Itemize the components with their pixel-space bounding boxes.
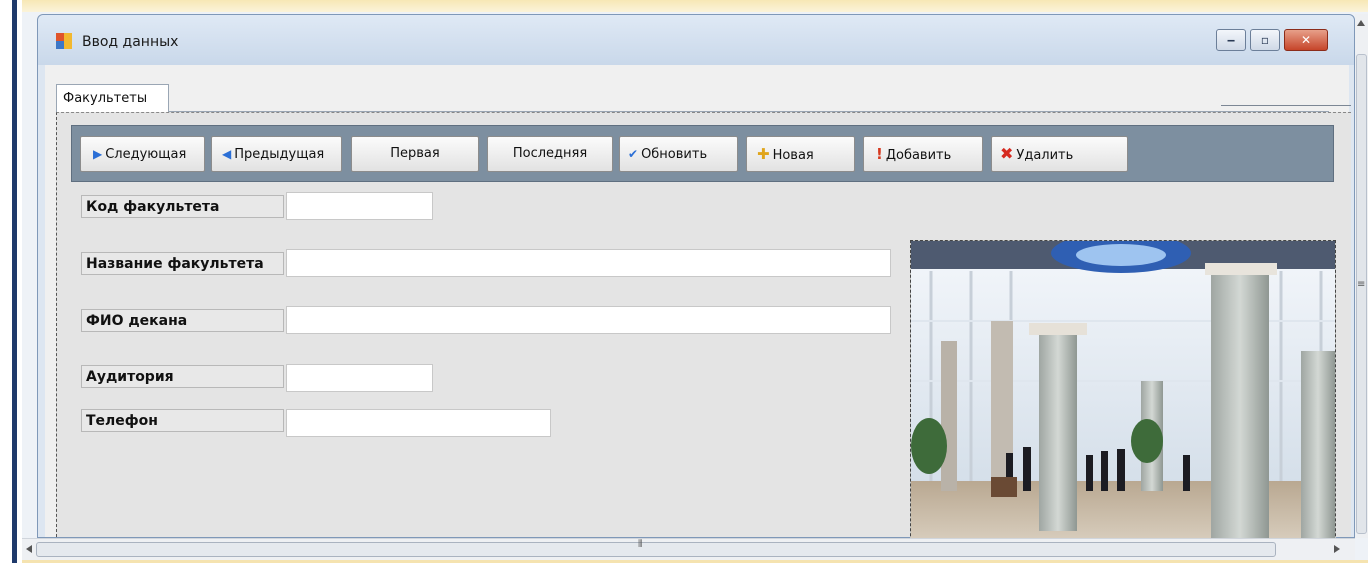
form-app-icon (56, 33, 72, 49)
horizontal-scrollbar[interactable]: ⦀ (22, 538, 1355, 560)
close-button[interactable]: ✕ (1284, 29, 1328, 51)
form-client-area: Факультеты ▶ Следующая ◀ Предыдущая Первая… (45, 65, 1351, 563)
tab-page-faculties: ▶ Следующая ◀ Предыдущая Первая Последняя … (56, 112, 1351, 563)
refresh-button[interactable]: ✔ Обновить (619, 136, 738, 172)
auditorium-input[interactable] (286, 364, 433, 392)
window-title: Ввод данных (82, 34, 179, 50)
first-button[interactable]: Первая (351, 136, 479, 172)
designer-margin (0, 0, 22, 563)
close-icon: ✕ (1300, 33, 1312, 47)
new-button[interactable]: ✚ Новая (746, 136, 855, 172)
checkmark-icon: ✔ (628, 147, 639, 161)
new-button-label: Новая (772, 148, 814, 163)
delete-button-label: Удалить (1016, 148, 1074, 163)
navigation-toolbar: ▶ Следующая ◀ Предыдущая Первая Последняя … (71, 125, 1334, 182)
next-button[interactable]: ▶ Следующая (80, 136, 205, 172)
delete-x-icon: ✖ (1000, 144, 1014, 163)
desktop: Ввод данных ‒ ▫ ✕ Факультеты ▶ Следующая … (0, 0, 1368, 563)
margin-stripe (12, 0, 17, 563)
next-button-label: Следующая (105, 147, 187, 162)
faculty-code-input[interactable] (286, 192, 433, 220)
exclamation-icon: ! (876, 145, 883, 163)
vertical-scroll-thumb[interactable] (1356, 54, 1367, 534)
vertical-grip-icon: ≡ (1357, 279, 1366, 290)
vertical-scrollbar[interactable]: ≡ (1355, 14, 1368, 538)
add-button[interactable]: ! Добавить (863, 136, 983, 172)
designer-top-strip (22, 0, 1368, 12)
phone-input[interactable] (286, 409, 551, 437)
dean-name-input[interactable] (286, 306, 891, 334)
first-button-label: Первая (390, 146, 440, 161)
maximize-icon: ▫ (1260, 33, 1270, 47)
last-button-label: Последняя (512, 146, 588, 161)
faculty-name-label: Название факультета (81, 252, 284, 275)
tab-strip-line-right (1221, 105, 1351, 106)
minimize-button[interactable]: ‒ (1216, 29, 1246, 51)
scroll-right-icon[interactable] (1334, 545, 1340, 553)
refresh-button-label: Обновить (641, 147, 708, 162)
scroll-up-icon[interactable] (1357, 20, 1365, 26)
maximize-button[interactable]: ▫ (1250, 29, 1280, 51)
delete-button[interactable]: ✖ Удалить (991, 136, 1128, 172)
phone-label: Телефон (81, 409, 284, 432)
horizontal-grip-icon: ⦀ (638, 539, 643, 550)
last-button[interactable]: Последняя (487, 136, 613, 172)
title-bar[interactable]: Ввод данных ‒ ▫ ✕ (38, 15, 1354, 65)
triangle-right-icon: ▶ (93, 147, 103, 161)
scroll-left-icon[interactable] (26, 545, 32, 553)
faculty-photo (910, 240, 1336, 563)
horizontal-scroll-thumb[interactable] (36, 542, 1276, 557)
previous-button[interactable]: ◀ Предыдущая (211, 136, 342, 172)
form-window: Ввод данных ‒ ▫ ✕ Факультеты ▶ Следующая … (37, 14, 1355, 563)
plus-icon: ✚ (757, 145, 770, 163)
minimize-icon: ‒ (1226, 33, 1236, 47)
triangle-left-icon: ◀ (222, 147, 232, 161)
hall-photo-image (911, 241, 1335, 563)
tab-faculties[interactable]: Факультеты (56, 84, 169, 112)
previous-button-label: Предыдущая (234, 147, 325, 162)
faculty-name-input[interactable] (286, 249, 891, 277)
dean-name-label: ФИО декана (81, 309, 284, 332)
auditorium-label: Аудитория (81, 365, 284, 388)
add-button-label: Добавить (885, 148, 952, 163)
faculty-code-label: Код факультета (81, 195, 284, 218)
